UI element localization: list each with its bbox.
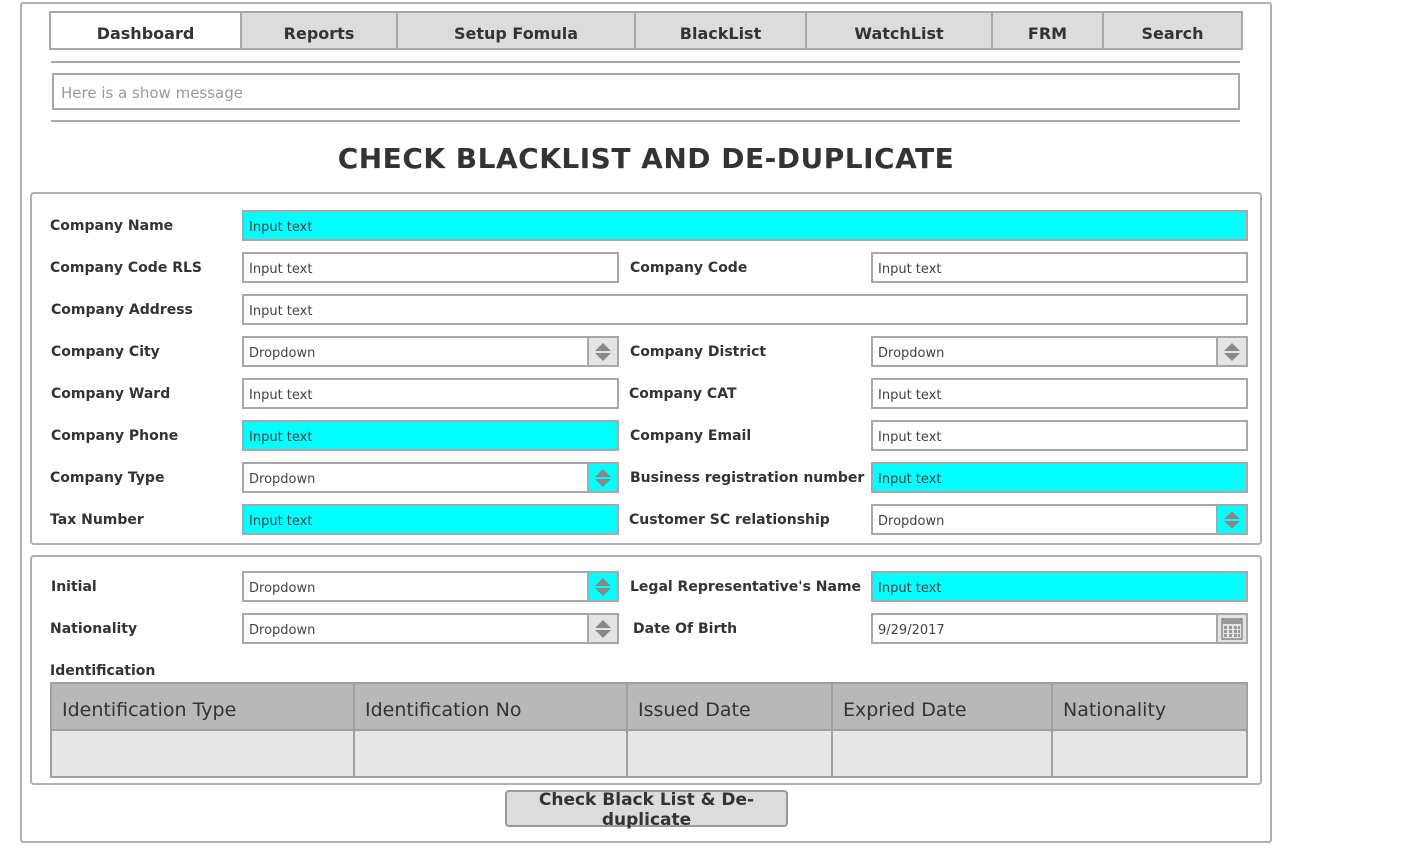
tab-reports[interactable]: Reports [242, 13, 398, 48]
calendar-icon[interactable] [1216, 615, 1246, 642]
customer-sc-relationship-label: Customer SC relationship [629, 512, 830, 528]
date-of-birth-value: 9/29/2017 [878, 622, 945, 638]
spinner-icon[interactable] [587, 573, 617, 600]
column-header[interactable]: Identification Type [52, 684, 355, 730]
initial-value: Dropdown [249, 580, 316, 596]
company-district-dropdown[interactable]: Dropdown [871, 336, 1248, 367]
company-address-label: Company Address [51, 302, 193, 318]
legal-representative-name-label: Legal Representative's Name [630, 579, 862, 595]
divider-bottom [51, 120, 1240, 122]
company-name-label: Company Name [50, 218, 174, 234]
company-ward-input[interactable]: Input text [242, 378, 619, 409]
initial-label: Initial [51, 579, 97, 595]
column-header[interactable]: Expried Date [832, 684, 1053, 730]
customer-sc-relationship-dropdown[interactable]: Dropdown [871, 504, 1248, 535]
table-cell[interactable] [354, 729, 628, 776]
column-header[interactable]: Nationality [1052, 684, 1246, 730]
spinner-icon[interactable] [587, 615, 617, 642]
tab-watchlist[interactable]: WatchList [807, 13, 993, 48]
nationality-value: Dropdown [249, 622, 316, 638]
table-cell[interactable] [52, 729, 355, 776]
identification-table: Identification Type Identification No Is… [50, 682, 1248, 778]
company-cat-input[interactable]: Input text [871, 378, 1248, 409]
tax-number-input[interactable]: Input text [242, 504, 619, 535]
identification-label: Identification [50, 663, 156, 679]
table-cell[interactable] [832, 729, 1053, 776]
table-cell[interactable] [627, 729, 833, 776]
table-header-row: Identification Type Identification No Is… [52, 684, 1246, 730]
column-header[interactable]: Issued Date [627, 684, 833, 730]
date-of-birth-input[interactable]: 9/29/2017 [871, 613, 1248, 644]
company-address-input[interactable]: Input text [242, 294, 1248, 325]
company-name-input[interactable]: Input text [242, 210, 1248, 241]
tab-frm[interactable]: FRM [993, 13, 1104, 48]
business-registration-number-label: Business registration number [630, 470, 865, 486]
company-code-rls-label: Company Code RLS [50, 260, 202, 276]
column-header[interactable]: Identification No [354, 684, 628, 730]
legal-representative-name-input[interactable]: Input text [871, 571, 1248, 602]
nationality-dropdown[interactable]: Dropdown [242, 613, 619, 644]
message-bar: Here is a show message [52, 73, 1240, 110]
table-row[interactable] [52, 729, 1246, 776]
spinner-icon[interactable] [587, 464, 617, 491]
tab-setup-formula[interactable]: Setup Fomula [398, 13, 636, 48]
company-ward-label: Company Ward [51, 386, 171, 402]
business-registration-number-input[interactable]: Input text [871, 462, 1248, 493]
company-district-value: Dropdown [878, 345, 945, 361]
company-code-rls-input[interactable]: Input text [242, 252, 619, 283]
company-phone-input[interactable]: Input text [242, 420, 619, 451]
company-city-dropdown[interactable]: Dropdown [242, 336, 619, 367]
company-city-value: Dropdown [249, 345, 316, 361]
customer-sc-relationship-value: Dropdown [878, 513, 945, 529]
spinner-icon[interactable] [587, 338, 617, 365]
company-email-input[interactable]: Input text [871, 420, 1248, 451]
check-blacklist-button[interactable]: Check Black List & De-duplicate [505, 790, 788, 830]
initial-dropdown[interactable]: Dropdown [242, 571, 619, 602]
spinner-icon[interactable] [1216, 506, 1246, 533]
company-code-input[interactable]: Input text [871, 252, 1248, 283]
page-title: CHECK BLACKLIST AND DE-DUPLICATE [337, 142, 955, 175]
company-type-value: Dropdown [249, 471, 316, 487]
tab-dashboard[interactable]: Dashboard [51, 13, 242, 48]
company-email-label: Company Email [630, 428, 752, 444]
company-phone-label: Company Phone [51, 428, 179, 444]
divider-top [51, 61, 1240, 63]
company-district-label: Company District [630, 344, 767, 360]
tab-search[interactable]: Search [1104, 13, 1241, 48]
company-type-dropdown[interactable]: Dropdown [242, 462, 619, 493]
company-city-label: Company City [51, 344, 160, 360]
tab-blacklist[interactable]: BlackList [636, 13, 807, 48]
nav-tabs: Dashboard Reports Setup Fomula BlackList… [49, 11, 1243, 50]
date-of-birth-label: Date Of Birth [633, 621, 738, 637]
company-type-label: Company Type [50, 470, 165, 486]
table-cell[interactable] [1052, 729, 1246, 776]
company-code-label: Company Code [630, 260, 748, 276]
company-cat-label: Company CAT [629, 386, 737, 402]
nationality-label: Nationality [50, 621, 138, 637]
spinner-icon[interactable] [1216, 338, 1246, 365]
tax-number-label: Tax Number [50, 512, 144, 528]
